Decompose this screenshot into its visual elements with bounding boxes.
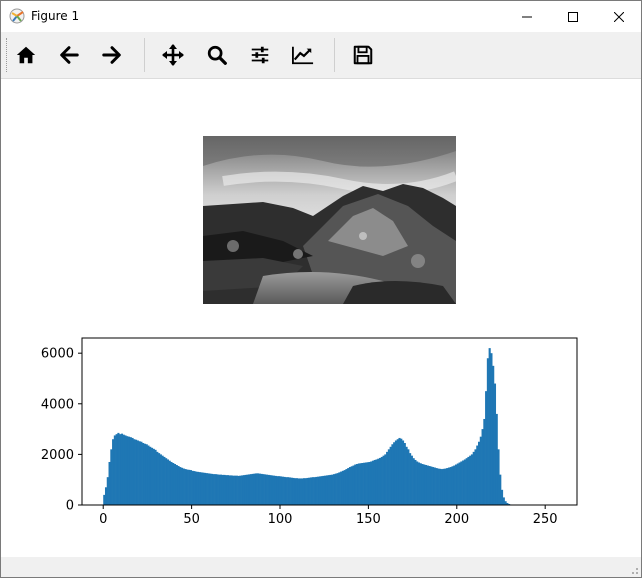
histogram-chart: 0 50 100 150 200 250 0 2000 4000 6000 <box>41 337 578 527</box>
status-bar <box>1 557 641 577</box>
toolbar-separator <box>144 38 145 72</box>
x-tick-label: 50 <box>183 512 200 527</box>
x-tick-label: 0 <box>99 512 107 527</box>
x-tick-label: 250 <box>533 512 558 527</box>
toolbar-separator <box>334 38 335 72</box>
title-bar: Figure 1 <box>1 1 641 32</box>
minimize-icon <box>522 16 532 17</box>
close-button[interactable] <box>596 1 641 32</box>
back-button[interactable] <box>52 39 86 71</box>
y-tick-label: 4000 <box>41 397 74 412</box>
line-chart-icon <box>292 46 314 65</box>
arrow-right-icon <box>102 46 121 64</box>
resize-grip-icon[interactable] <box>629 565 639 575</box>
magnifier-icon <box>207 45 227 65</box>
grayscale-rock-photo <box>203 136 456 304</box>
window-title: Figure 1 <box>31 9 80 23</box>
maximize-button[interactable] <box>550 1 596 32</box>
navigation-toolbar <box>1 32 641 79</box>
save-button[interactable] <box>346 39 380 71</box>
forward-button[interactable] <box>95 39 129 71</box>
sliders-icon <box>251 46 269 64</box>
floppy-disk-icon <box>353 45 373 65</box>
minimize-button[interactable] <box>504 1 550 32</box>
move-icon <box>162 44 184 66</box>
arrow-left-icon <box>60 46 79 64</box>
pan-button[interactable] <box>156 39 190 71</box>
x-tick-label: 100 <box>268 512 293 527</box>
edit-axes-button[interactable] <box>286 39 320 71</box>
home-icon <box>16 46 36 64</box>
matplotlib-logo-icon <box>9 8 25 24</box>
figure-canvas[interactable]: 0 50 100 150 200 250 0 2000 4000 6000 <box>1 79 641 557</box>
y-tick-label: 6000 <box>41 347 74 362</box>
x-tick-label: 150 <box>356 512 381 527</box>
y-tick-label: 0 <box>66 499 74 514</box>
y-tick-label: 2000 <box>41 448 74 463</box>
close-icon <box>614 11 624 22</box>
home-button[interactable] <box>9 39 43 71</box>
zoom-button[interactable] <box>200 39 234 71</box>
maximize-icon <box>568 11 578 22</box>
figure-window: Figure 1 0 50 100 150 200 250 0 2000 400… <box>0 0 642 578</box>
configure-subplots-button[interactable] <box>243 39 277 71</box>
x-tick-label: 200 <box>444 512 469 527</box>
